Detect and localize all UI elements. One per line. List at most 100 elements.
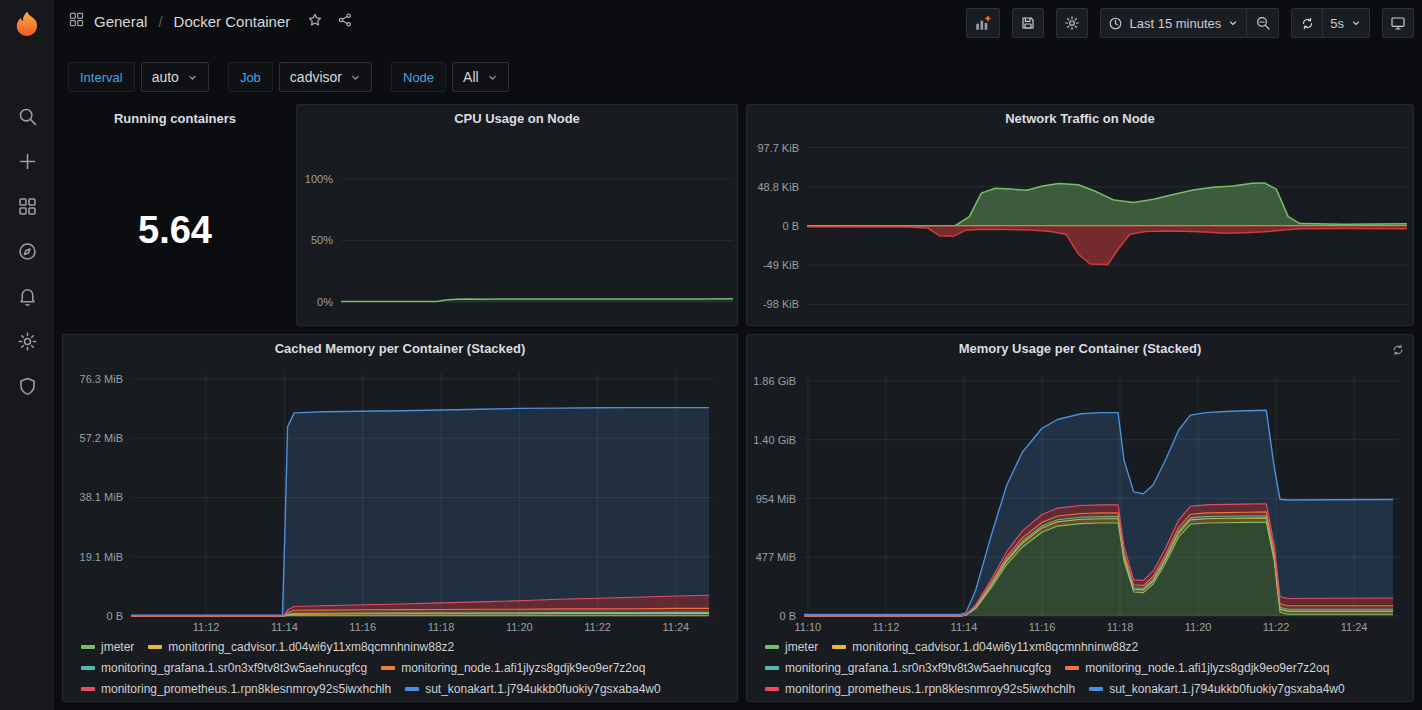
- svg-text:0 B: 0 B: [779, 610, 796, 622]
- svg-text:11:14: 11:14: [271, 621, 298, 633]
- svg-text:38.1 MiB: 38.1 MiB: [80, 491, 123, 503]
- variable-value-job[interactable]: cadvisor: [279, 62, 372, 92]
- legend-label: sut_konakart.1.j794ukkb0fuokiy7gsxaba4w0: [1109, 679, 1345, 699]
- alerting-icon[interactable]: [17, 286, 38, 307]
- legend-marker: [832, 645, 846, 649]
- legend-item[interactable]: monitoring_node.1.afi1jlyzs8gdjk9eo9er7z…: [381, 658, 645, 678]
- svg-text:57.2 MiB: 57.2 MiB: [80, 432, 123, 444]
- variable-value-node[interactable]: All: [452, 62, 509, 92]
- panel-title: Memory Usage per Container (Stacked): [747, 341, 1413, 356]
- variable-label-interval: Interval: [68, 62, 135, 92]
- configuration-icon[interactable]: [17, 331, 38, 352]
- panel-network-traffic[interactable]: Network Traffic on Node 97.7 KiB 48.8 KiB…: [746, 104, 1414, 326]
- stat-value: 5.64: [63, 209, 287, 252]
- svg-text:76.3 MiB: 76.3 MiB: [80, 373, 123, 385]
- svg-text:11:12: 11:12: [193, 621, 220, 633]
- network-traffic-chart: 97.7 KiB48.8 KiB0 B-49 KiB-98 KiB: [747, 105, 1413, 329]
- explore-icon[interactable]: [17, 241, 38, 262]
- legend-label: monitoring_grafana.1.sr0n3xf9tv8t3w5aehn…: [101, 658, 367, 678]
- legend-label: monitoring_cadvisor.1.d04wi6y11xm8qcmnhn…: [852, 637, 1138, 657]
- svg-text:11:10: 11:10: [795, 621, 822, 633]
- svg-text:100%: 100%: [305, 173, 333, 185]
- legend-marker: [765, 687, 779, 691]
- svg-text:11:24: 11:24: [662, 621, 689, 633]
- svg-text:0 B: 0 B: [782, 220, 799, 232]
- legend-label: monitoring_prometheus.1.rpn8klesnmroy92s…: [101, 679, 391, 699]
- panel-memory-usage[interactable]: Memory Usage per Container (Stacked) 11:…: [746, 334, 1414, 702]
- grafana-logo[interactable]: [0, 0, 54, 48]
- legend-item[interactable]: monitoring_cadvisor.1.d04wi6y11xm8qcmnhn…: [148, 637, 454, 657]
- legend-item[interactable]: monitoring_prometheus.1.rpn8klesnmroy92s…: [81, 679, 391, 699]
- legend-label: monitoring_prometheus.1.rpn8klesnmroy92s…: [785, 679, 1075, 699]
- search-icon[interactable]: [17, 106, 38, 127]
- panel-cpu-usage[interactable]: CPU Usage on Node 100%50%0%: [296, 104, 738, 326]
- legend-marker: [81, 645, 95, 649]
- panel-cached-memory[interactable]: Cached Memory per Container (Stacked) 11…: [62, 334, 738, 702]
- breadcrumb-page[interactable]: Docker Container: [174, 13, 291, 30]
- time-range-picker[interactable]: Last 15 minutes: [1100, 8, 1247, 38]
- legend-item[interactable]: monitoring_prometheus.1.rpn8klesnmroy92s…: [765, 679, 1075, 699]
- sidebar: [0, 0, 54, 710]
- svg-text:11:24: 11:24: [1341, 621, 1368, 633]
- star-icon[interactable]: [307, 12, 323, 31]
- legend-marker: [81, 687, 95, 691]
- variable-label-job: Job: [228, 62, 273, 92]
- panel-title: Running containers: [63, 111, 287, 126]
- legend-label: jmeter: [101, 637, 134, 657]
- svg-text:-98 KiB: -98 KiB: [763, 298, 799, 310]
- legend-label: jmeter: [785, 637, 818, 657]
- dashboard-settings-button[interactable]: [1056, 8, 1088, 38]
- refresh-button[interactable]: [1291, 8, 1323, 38]
- legend-item[interactable]: jmeter: [765, 637, 818, 657]
- legend-item[interactable]: sut_konakart.1.j794ukkb0fuokiy7gsxaba4w0: [405, 679, 661, 699]
- svg-text:11:18: 11:18: [428, 621, 455, 633]
- dashboards-icon[interactable]: [17, 196, 38, 217]
- toolbar: Last 15 minutes 5s: [966, 8, 1414, 38]
- legend-item[interactable]: sut_konakart.1.j794ukkb0fuokiy7gsxaba4w0: [1089, 679, 1345, 699]
- legend-marker: [148, 645, 162, 649]
- main-area: General / Docker Container Last 15 minut…: [54, 0, 1422, 710]
- variable-value-interval[interactable]: auto: [141, 62, 209, 92]
- zoom-out-button[interactable]: [1247, 8, 1279, 38]
- legend-item[interactable]: monitoring_grafana.1.sr0n3xf9tv8t3w5aehn…: [765, 658, 1051, 678]
- breadcrumb-separator: /: [156, 13, 164, 30]
- panel-refresh-icon[interactable]: [1391, 343, 1405, 361]
- add-panel-button[interactable]: [966, 8, 1000, 38]
- svg-text:97.7 KiB: 97.7 KiB: [757, 142, 799, 154]
- breadcrumb-section[interactable]: General: [94, 13, 147, 30]
- chart-legend: jmeter monitoring_cadvisor.1.d04wi6y11xm8…: [81, 637, 731, 699]
- svg-text:1.86 GiB: 1.86 GiB: [753, 375, 796, 387]
- variable-label-node: Node: [391, 62, 446, 92]
- server-admin-icon[interactable]: [17, 376, 38, 397]
- chart-legend: jmeter monitoring_cadvisor.1.d04wi6y11xm8…: [765, 637, 1407, 699]
- legend-marker: [405, 687, 419, 691]
- legend-marker: [1065, 666, 1079, 670]
- legend-marker: [1089, 687, 1103, 691]
- svg-text:50%: 50%: [311, 234, 333, 246]
- cycle-view-mode-button[interactable]: [1382, 8, 1414, 38]
- svg-text:11:16: 11:16: [1029, 621, 1056, 633]
- legend-item[interactable]: monitoring_cadvisor.1.d04wi6y11xm8qcmnhn…: [832, 637, 1138, 657]
- dashboard-icon: [68, 11, 85, 31]
- panel-title: Network Traffic on Node: [747, 111, 1413, 126]
- legend-item[interactable]: jmeter: [81, 637, 134, 657]
- panel-running-containers[interactable]: Running containers 5.64: [62, 104, 288, 326]
- legend-item[interactable]: monitoring_grafana.1.sr0n3xf9tv8t3w5aehn…: [81, 658, 367, 678]
- breadcrumb: General / Docker Container: [68, 11, 353, 31]
- refresh-interval-picker[interactable]: 5s: [1323, 8, 1370, 38]
- svg-text:11:20: 11:20: [506, 621, 533, 633]
- panel-title: CPU Usage on Node: [297, 111, 737, 126]
- svg-text:48.8 KiB: 48.8 KiB: [757, 181, 799, 193]
- create-icon[interactable]: [17, 151, 38, 172]
- save-dashboard-button[interactable]: [1012, 8, 1044, 38]
- svg-text:954 MiB: 954 MiB: [756, 493, 796, 505]
- legend-label: monitoring_node.1.afi1jlyzs8gdjk9eo9er7z…: [401, 658, 645, 678]
- legend-item[interactable]: monitoring_node.1.afi1jlyzs8gdjk9eo9er7z…: [1065, 658, 1329, 678]
- share-icon[interactable]: [337, 12, 353, 31]
- svg-text:11:22: 11:22: [584, 621, 611, 633]
- grafana-dashboard: General / Docker Container Last 15 minut…: [0, 0, 1422, 710]
- legend-marker: [765, 645, 779, 649]
- legend-marker: [381, 666, 395, 670]
- svg-text:11:22: 11:22: [1263, 621, 1290, 633]
- svg-text:11:16: 11:16: [349, 621, 376, 633]
